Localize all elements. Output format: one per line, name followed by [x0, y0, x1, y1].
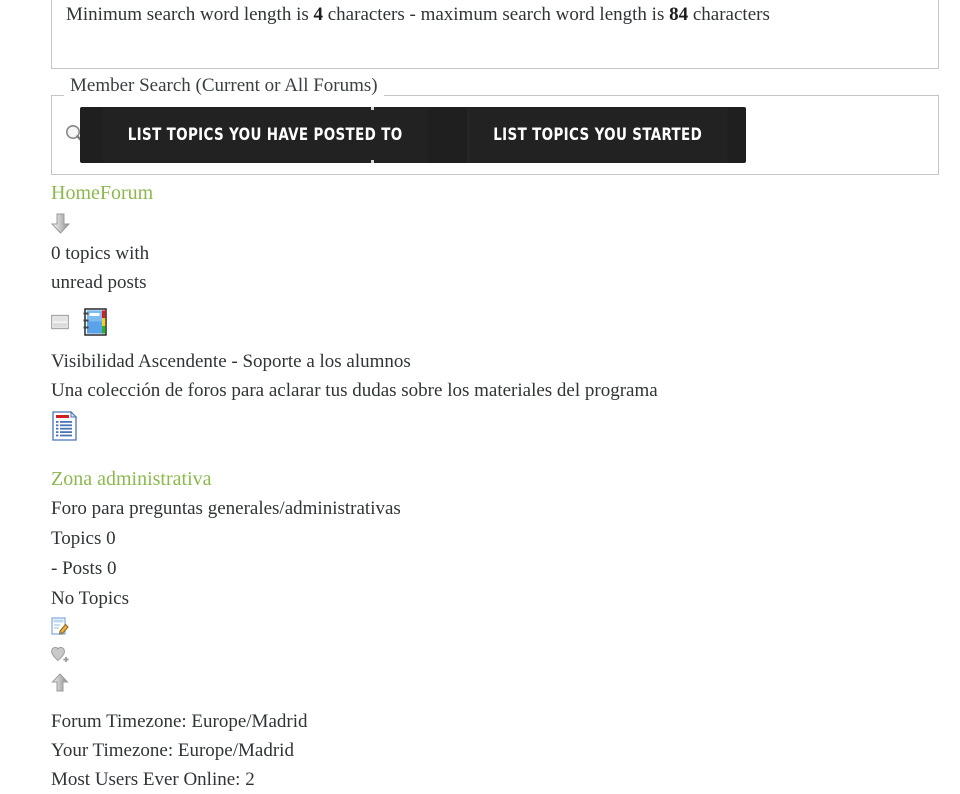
list-topics-started-button[interactable]: List Topics You Started [467, 107, 728, 163]
arrow-up-icon[interactable] [51, 673, 69, 693]
member-search-legend: Member Search (Current or All Forums) [64, 75, 384, 97]
mark-read-icon[interactable] [51, 617, 69, 635]
forum-icon-row [51, 410, 941, 451]
notebook-icon [79, 307, 109, 337]
your-timezone: Your Timezone: Europe/Madrid [51, 740, 294, 761]
search-info-box: Minimum search word length is 4 characte… [51, 0, 939, 69]
member-search-button-bar: List Topics You Have Posted To List Topi… [80, 107, 746, 163]
back-to-top-row [51, 673, 941, 701]
search-info-middle: characters - maximum search word length … [323, 4, 670, 25]
document-list-icon [51, 410, 79, 441]
search-length-info: Minimum search word length is 4 characte… [66, 2, 770, 28]
search-min-length: 4 [313, 4, 324, 25]
search-info-suffix: characters [688, 4, 770, 25]
forum-description: Foro para preguntas generales/administra… [51, 498, 401, 519]
category-header-icons [50, 307, 941, 347]
unread-topics-line1: 0 topics with [51, 243, 150, 264]
forum-posts-count: - Posts 0 [51, 558, 117, 579]
forum-topics-count: Topics 0 [51, 528, 116, 549]
button-divider-notch-top [371, 107, 374, 110]
arrow-down-icon[interactable] [50, 213, 71, 235]
breadcrumb: HomeForum [51, 181, 941, 205]
unread-arrow-row [50, 211, 941, 239]
heart-plus-icon[interactable] [50, 646, 69, 663]
unread-topics-line2: unread posts [51, 272, 147, 293]
search-max-length: 84 [669, 4, 689, 25]
forum-timezone: Forum Timezone: Europe/Madrid [51, 711, 308, 732]
forum-content: HomeForum 0 topics with unread posts Vis… [50, 181, 941, 794]
forum-name-row: Zona administrativa [51, 467, 941, 491]
forum-last-post: No Topics [51, 588, 130, 609]
breadcrumb-home-forum-link[interactable]: HomeForum [51, 181, 153, 205]
button-divider-notch-bottom [371, 160, 374, 163]
mark-read-row [51, 617, 941, 645]
most-users-ever-online: Most Users Ever Online: 2 [51, 769, 255, 790]
category-description: Una colección de foros para aclarar tus … [51, 380, 658, 401]
search-info-prefix: Minimum search word length is [66, 4, 314, 25]
subscribe-row [50, 645, 941, 673]
list-topics-posted-to-button[interactable]: List Topics You Have Posted To [102, 107, 429, 163]
collapse-icon[interactable] [50, 313, 70, 331]
category-title: Visibilidad Ascendente - Soporte a los a… [51, 351, 411, 372]
forum-name-link[interactable]: Zona administrativa [51, 467, 212, 491]
